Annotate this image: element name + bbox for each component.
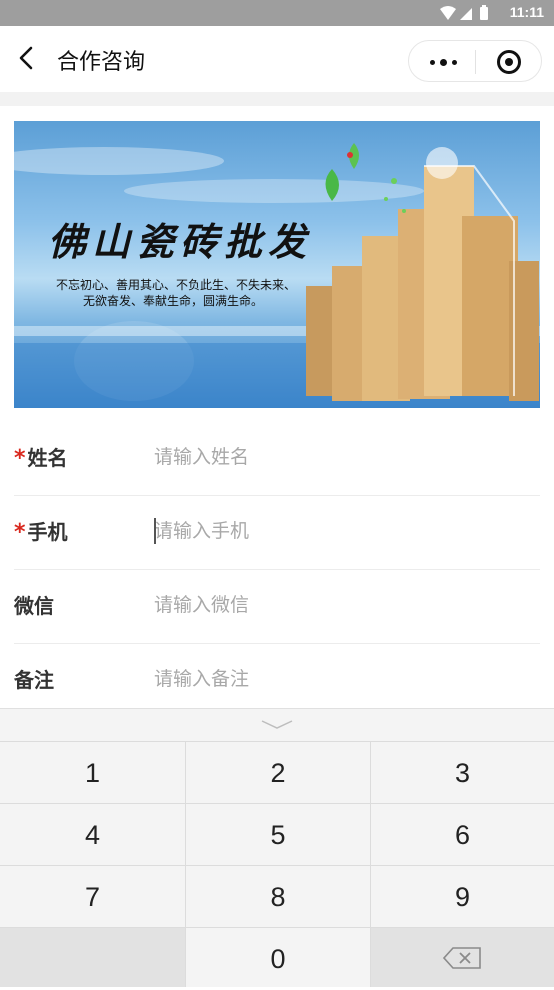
leaf-illustration bbox=[325, 143, 406, 213]
divider-band bbox=[0, 92, 554, 106]
status-bar: 11:11 bbox=[0, 0, 554, 26]
name-row: * 姓名 bbox=[14, 422, 540, 496]
required-mark: * bbox=[14, 520, 26, 545]
chevron-left-icon bbox=[19, 46, 33, 70]
chevron-down-icon bbox=[261, 720, 293, 729]
status-time: 11:11 bbox=[509, 4, 544, 20]
key-3[interactable]: 3 bbox=[370, 741, 554, 803]
key-1[interactable]: 1 bbox=[0, 741, 185, 803]
banner-title: 佛山瓷砖批发 bbox=[48, 219, 313, 264]
phone-row: * 手机 bbox=[14, 496, 540, 570]
phone-label: * 手机 bbox=[14, 520, 68, 545]
key-9[interactable]: 9 bbox=[370, 865, 554, 927]
key-5[interactable]: 5 bbox=[185, 803, 370, 865]
key-blank bbox=[0, 927, 185, 987]
more-dots-icon bbox=[430, 60, 435, 65]
nav-bar: 合作咨询 bbox=[0, 26, 554, 92]
required-mark: * bbox=[14, 446, 26, 471]
back-button[interactable] bbox=[10, 40, 46, 76]
battery-icon bbox=[480, 7, 488, 20]
key-2[interactable]: 2 bbox=[185, 741, 370, 803]
numeric-keyboard: 1 2 3 4 5 6 7 8 9 0 bbox=[0, 708, 554, 987]
key-4[interactable]: 4 bbox=[0, 803, 185, 865]
banner-slogan-line2: 无欲奋发、奉献生命，圆满生命。 bbox=[83, 294, 264, 308]
banner-slogan-line1: 不忘初心、善用其心、不负此生、不失未来、 bbox=[56, 278, 297, 292]
key-8[interactable]: 8 bbox=[185, 865, 370, 927]
text-caret bbox=[154, 518, 156, 544]
key-6[interactable]: 6 bbox=[370, 803, 554, 865]
wechat-label: 微信 bbox=[14, 594, 54, 618]
note-input[interactable] bbox=[154, 664, 534, 694]
status-icons bbox=[440, 5, 488, 20]
backspace-icon bbox=[443, 947, 481, 969]
name-label: * 姓名 bbox=[14, 446, 68, 471]
wechat-row: 微信 bbox=[14, 570, 540, 644]
name-input[interactable] bbox=[154, 442, 534, 472]
banner-image: 佛山瓷砖批发 不忘初心、善用其心、不负此生、不失未来、 无欲奋发、奉献生命，圆满… bbox=[14, 121, 540, 408]
signal-icon bbox=[460, 8, 472, 20]
key-0[interactable]: 0 bbox=[185, 927, 370, 987]
page-title: 合作咨询 bbox=[57, 50, 146, 75]
note-row: 备注 bbox=[14, 644, 540, 718]
note-label: 备注 bbox=[14, 668, 54, 692]
key-7[interactable]: 7 bbox=[0, 865, 185, 927]
wifi-icon bbox=[440, 6, 456, 20]
phone-input[interactable] bbox=[154, 516, 534, 546]
capsule-menu bbox=[408, 40, 542, 82]
keyboard-collapse-button[interactable] bbox=[0, 709, 554, 741]
backspace-key[interactable] bbox=[370, 927, 554, 987]
wechat-input[interactable] bbox=[154, 590, 534, 620]
more-button[interactable] bbox=[409, 41, 475, 83]
close-button[interactable] bbox=[476, 41, 542, 83]
